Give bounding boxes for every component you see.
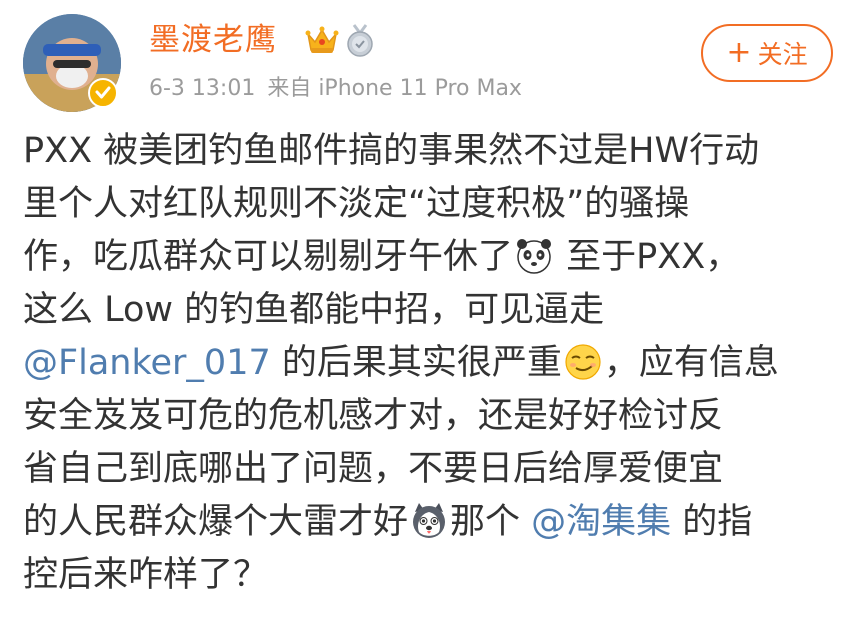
post-line: @Flanker_017 的后果其实很严重 ，应有信息 — [23, 337, 853, 390]
post-text: ，应有信息 — [603, 343, 779, 383]
post-text: 的后果其实很严重 — [270, 343, 562, 383]
post-text: 的指 — [671, 502, 753, 542]
post-line: 安全岌岌可危的危机感才对，还是好好检讨反 — [23, 396, 724, 436]
post-time: 6-3 13:01 — [149, 76, 256, 101]
post-line: 的人民群众爆个大雷才好 那个 @淘集集 的指 — [23, 496, 853, 549]
panda-emoji-icon — [517, 239, 552, 274]
mention-link[interactable]: @淘集集 — [531, 502, 671, 542]
post-text: 那个 — [450, 502, 532, 542]
husky-emoji-icon — [413, 503, 446, 538]
post-source[interactable]: 来自 iPhone 11 Pro Max — [267, 76, 522, 101]
verified-badge-icon — [88, 78, 118, 108]
post-line: 作，吃瓜群众可以剔剔牙午休了 至于PXX， — [23, 231, 853, 284]
medal-icon — [347, 24, 373, 57]
weibo-post: 墨渡老鹰 6-3 13:01 来自 iPhone 11 Pro Max + 关注 … — [0, 0, 867, 618]
post-line: 这么 Low 的钓鱼都能中招，可见逼走 — [23, 290, 605, 330]
post-line: 省自己到底哪出了问题，不要日后给厚爱便宜 — [23, 449, 724, 489]
post-meta: 6-3 13:01 来自 iPhone 11 Pro Max — [149, 72, 522, 106]
username[interactable]: 墨渡老鹰 — [149, 20, 277, 60]
crown-icon — [305, 26, 339, 53]
post-text: 的人民群众爆个大雷才好 — [23, 502, 409, 542]
post-text: 至于PXX， — [555, 237, 741, 277]
post-content: PXX 被美团钓鱼邮件搞的事果然不过是HW行动 里个人对红队规则不淡定“过度积极… — [23, 125, 853, 602]
post-text: 作，吃瓜群众可以剔剔牙午休了 — [23, 237, 514, 277]
follow-button[interactable]: + 关注 — [701, 24, 833, 82]
plus-icon: + — [726, 35, 752, 70]
follow-label: 关注 — [757, 40, 808, 69]
post-line: 里个人对红队规则不淡定“过度积极”的骚操 — [23, 184, 690, 224]
post-line: PXX 被美团钓鱼邮件搞的事果然不过是HW行动 — [23, 131, 760, 171]
post-line: 控后来咋样了？ — [23, 555, 269, 595]
mention-link[interactable]: @Flanker_017 — [23, 343, 271, 383]
smirk-emoji-icon — [565, 344, 601, 380]
